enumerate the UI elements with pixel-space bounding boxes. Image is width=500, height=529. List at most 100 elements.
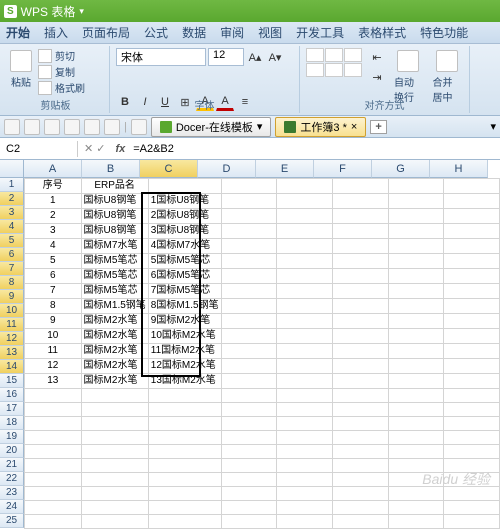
cell-A7[interactable]: 6 bbox=[25, 269, 82, 284]
cell-B11[interactable]: 国标M2水笔 bbox=[81, 329, 148, 344]
decrease-font-button[interactable]: A▾ bbox=[266, 48, 284, 66]
cell-C23[interactable] bbox=[148, 501, 221, 515]
cell-D16[interactable] bbox=[221, 403, 277, 417]
cell-D1[interactable] bbox=[221, 179, 277, 194]
cell-F15[interactable] bbox=[332, 389, 388, 403]
row-header-6[interactable]: 6 bbox=[0, 248, 24, 262]
cell-F17[interactable] bbox=[332, 417, 388, 431]
row-header-1[interactable]: 1 bbox=[0, 178, 24, 192]
cell-E7[interactable] bbox=[277, 269, 333, 284]
qat-preview-icon[interactable] bbox=[64, 119, 80, 135]
cell-H16[interactable] bbox=[444, 403, 500, 417]
cell-A24[interactable] bbox=[25, 515, 82, 529]
cell-C18[interactable] bbox=[148, 431, 221, 445]
row-header-16[interactable]: 16 bbox=[0, 388, 24, 402]
row-header-25[interactable]: 25 bbox=[0, 514, 24, 528]
cell-H7[interactable] bbox=[444, 269, 500, 284]
font-name-select[interactable]: 宋体 bbox=[116, 48, 206, 66]
cell-A22[interactable] bbox=[25, 487, 82, 501]
cell-F2[interactable] bbox=[332, 194, 388, 209]
cell-C13[interactable]: 12国标M2水笔 bbox=[148, 359, 221, 374]
cell-A23[interactable] bbox=[25, 501, 82, 515]
cell-G21[interactable] bbox=[388, 473, 444, 487]
cell-E10[interactable] bbox=[277, 314, 333, 329]
qat-save-icon[interactable] bbox=[4, 119, 20, 135]
cell-B15[interactable] bbox=[81, 389, 148, 403]
col-header-C[interactable]: C bbox=[140, 160, 198, 178]
cell-D18[interactable] bbox=[221, 431, 277, 445]
accept-formula-icon[interactable]: ✓ bbox=[96, 142, 105, 155]
cell-G5[interactable] bbox=[388, 239, 444, 254]
cell-F24[interactable] bbox=[332, 515, 388, 529]
tab-list-icon[interactable]: ▾ bbox=[490, 120, 496, 133]
cell-A19[interactable] bbox=[25, 445, 82, 459]
cell-F11[interactable] bbox=[332, 329, 388, 344]
cell-F14[interactable] bbox=[332, 374, 388, 389]
cell-E8[interactable] bbox=[277, 284, 333, 299]
cell-A20[interactable] bbox=[25, 459, 82, 473]
cell-E17[interactable] bbox=[277, 417, 333, 431]
cell-C5[interactable]: 4国标M7水笔 bbox=[148, 239, 221, 254]
col-header-B[interactable]: B bbox=[82, 160, 140, 178]
cell-E5[interactable] bbox=[277, 239, 333, 254]
cell-B20[interactable] bbox=[81, 459, 148, 473]
cell-B21[interactable] bbox=[81, 473, 148, 487]
menu-2[interactable]: 页面布局 bbox=[82, 24, 130, 41]
cell-G1[interactable] bbox=[388, 179, 444, 194]
cell-G17[interactable] bbox=[388, 417, 444, 431]
cell-H17[interactable] bbox=[444, 417, 500, 431]
cell-G20[interactable] bbox=[388, 459, 444, 473]
cell-F18[interactable] bbox=[332, 431, 388, 445]
cell-G22[interactable] bbox=[388, 487, 444, 501]
col-header-F[interactable]: F bbox=[314, 160, 372, 178]
row-header-2[interactable]: 2 bbox=[0, 192, 24, 206]
name-box[interactable]: C2 bbox=[0, 141, 78, 157]
cell-C2[interactable]: 1国标U8钢笔 bbox=[148, 194, 221, 209]
cell-H22[interactable] bbox=[444, 487, 500, 501]
cell-H14[interactable] bbox=[444, 374, 500, 389]
cell-B14[interactable]: 国标M2水笔 bbox=[81, 374, 148, 389]
cell-H3[interactable] bbox=[444, 209, 500, 224]
cell-D12[interactable] bbox=[221, 344, 277, 359]
qat-open-icon[interactable] bbox=[24, 119, 40, 135]
cell-H24[interactable] bbox=[444, 515, 500, 529]
menu-7[interactable]: 开发工具 bbox=[296, 24, 344, 41]
cell-A11[interactable]: 10 bbox=[25, 329, 82, 344]
cell-C22[interactable] bbox=[148, 487, 221, 501]
cell-G16[interactable] bbox=[388, 403, 444, 417]
cell-B9[interactable]: 国标M1.5钢笔 bbox=[81, 299, 148, 314]
cell-F16[interactable] bbox=[332, 403, 388, 417]
tab-docer[interactable]: Docer-在线模板▾ bbox=[151, 117, 272, 137]
indent-decrease-button[interactable]: ⇤ bbox=[368, 48, 386, 66]
cell-H15[interactable] bbox=[444, 389, 500, 403]
cell-F10[interactable] bbox=[332, 314, 388, 329]
cell-G19[interactable] bbox=[388, 445, 444, 459]
cell-G18[interactable] bbox=[388, 431, 444, 445]
increase-font-button[interactable]: A▴ bbox=[246, 48, 264, 66]
cell-D2[interactable] bbox=[221, 194, 277, 209]
qat-print-icon[interactable] bbox=[44, 119, 60, 135]
cell-A21[interactable] bbox=[25, 473, 82, 487]
cell-D4[interactable] bbox=[221, 224, 277, 239]
row-header-22[interactable]: 22 bbox=[0, 472, 24, 486]
cell-H11[interactable] bbox=[444, 329, 500, 344]
cell-E15[interactable] bbox=[277, 389, 333, 403]
menu-6[interactable]: 视图 bbox=[258, 24, 282, 41]
cell-E11[interactable] bbox=[277, 329, 333, 344]
cell-E21[interactable] bbox=[277, 473, 333, 487]
menu-3[interactable]: 公式 bbox=[144, 24, 168, 41]
alignment-grid[interactable] bbox=[306, 48, 362, 77]
cell-A1[interactable]: 序号 bbox=[25, 179, 82, 194]
row-header-20[interactable]: 20 bbox=[0, 444, 24, 458]
cell-C4[interactable]: 3国标U8钢笔 bbox=[148, 224, 221, 239]
cell-C7[interactable]: 6国标M5笔芯 bbox=[148, 269, 221, 284]
cell-A6[interactable]: 5 bbox=[25, 254, 82, 269]
cell-B7[interactable]: 国标M5笔芯 bbox=[81, 269, 148, 284]
indent-increase-button[interactable]: ⇥ bbox=[368, 68, 386, 86]
cell-E3[interactable] bbox=[277, 209, 333, 224]
cell-E13[interactable] bbox=[277, 359, 333, 374]
col-header-D[interactable]: D bbox=[198, 160, 256, 178]
cell-B23[interactable] bbox=[81, 501, 148, 515]
cell-D8[interactable] bbox=[221, 284, 277, 299]
cell-E9[interactable] bbox=[277, 299, 333, 314]
